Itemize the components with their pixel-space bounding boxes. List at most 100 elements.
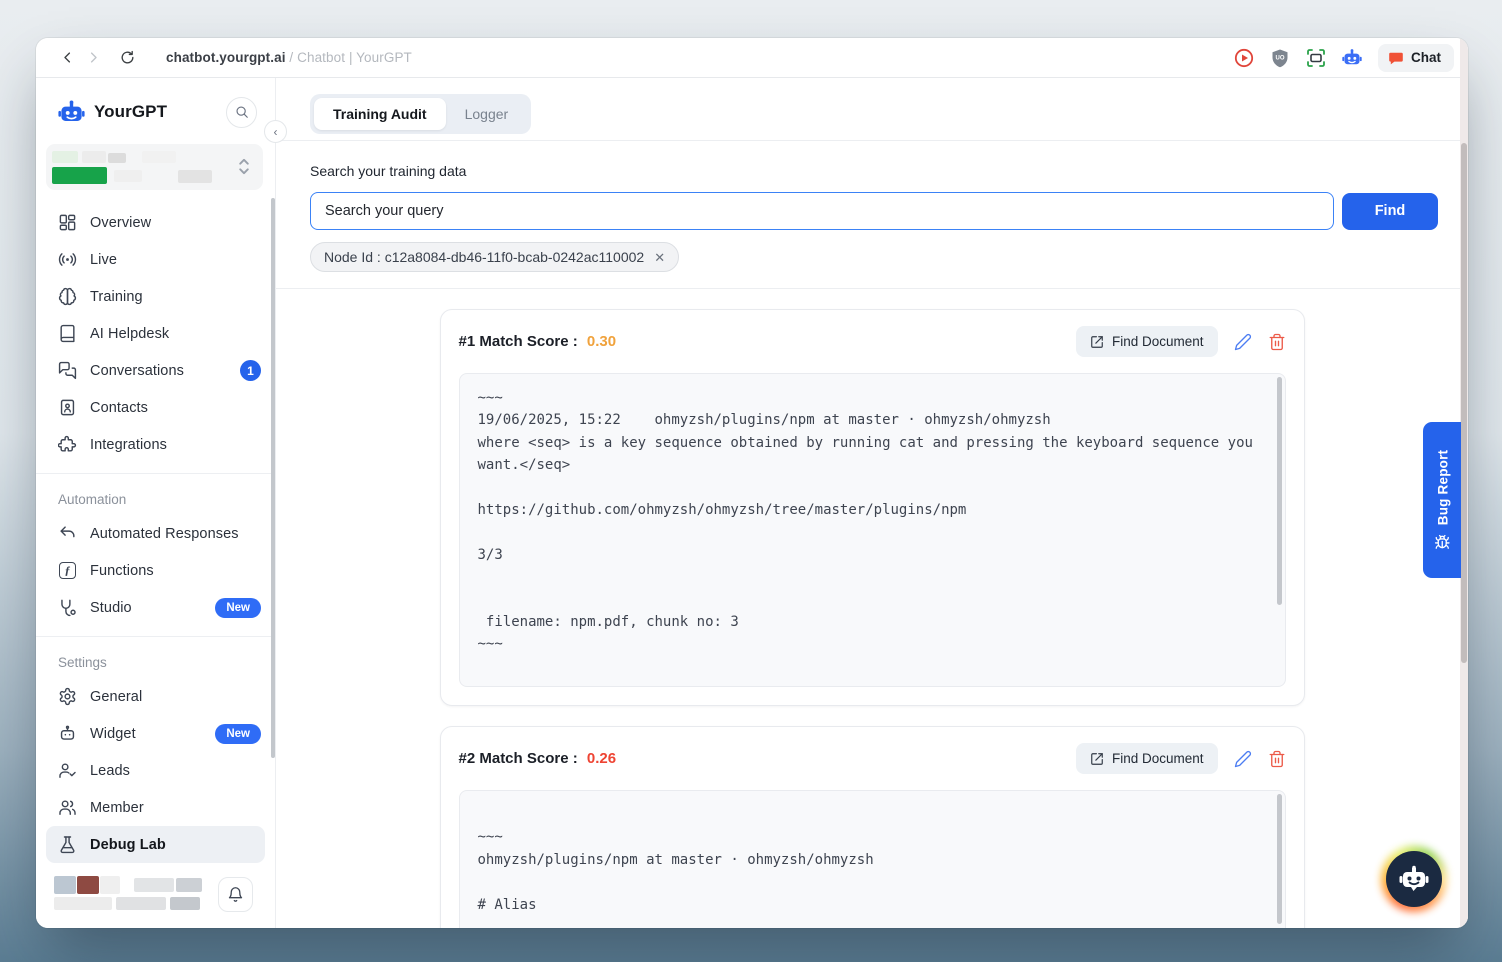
external-link-icon [1090,335,1104,349]
user-profile-redacted[interactable] [54,876,204,912]
overview-icon [58,213,77,232]
node-id-filter-chip: Node Id : c12a8084-db46-11f0-bcab-0242ac… [310,242,679,272]
puzzle-icon [58,435,77,454]
workspace-redacted-block [52,151,78,163]
workspace-redacted-block [178,170,212,183]
user-redacted-block [100,876,120,894]
results-list: #1 Match Score : 0.30 Find Document [276,289,1468,928]
record-icon[interactable] [1234,48,1254,68]
chat-widget-robot-icon [1398,863,1430,895]
chat-widget-button[interactable] [1385,850,1443,908]
training-brain-icon [58,287,77,306]
match-result-card: #2 Match Score : 0.26 Find Document [440,726,1305,928]
flask-icon [58,835,77,854]
delete-icon[interactable] [1268,750,1286,768]
function-icon: ƒ [58,561,77,580]
find-document-button[interactable]: Find Document [1076,743,1218,774]
codeblock-scrollbar[interactable] [1277,377,1282,605]
sidebar-item-label: AI Helpdesk [90,326,169,342]
match-score-value: 0.26 [587,750,616,767]
page-scrollbar[interactable] [1460,38,1468,928]
notifications-button[interactable] [218,877,253,912]
sidebar-item-label: Overview [90,215,151,231]
bug-report-button[interactable]: Bug Report [1423,422,1461,578]
contacts-icon [58,398,77,417]
sidebar-item-member[interactable]: Member [36,789,275,826]
bug-icon [1434,534,1450,550]
sidebar-item-overview[interactable]: Overview [36,204,275,241]
sidebar-item-training[interactable]: Training [36,278,275,315]
delete-icon[interactable] [1268,333,1286,351]
back-icon[interactable] [54,45,80,71]
node-id-chip-label: Node Id : c12a8084-db46-11f0-bcab-0242ac… [324,249,644,265]
user-check-icon [58,761,77,780]
search-input[interactable] [310,192,1334,230]
svg-text:UO: UO [1276,55,1285,61]
training-chunk-content[interactable]: ~~~ 19/06/2025, 15:22 ohmyzsh/plugins/np… [459,373,1286,687]
sidebar-item-functions[interactable]: ƒ Functions [36,552,275,589]
conversations-count-badge: 1 [240,360,261,381]
sidebar-scrollbar[interactable] [271,198,275,758]
tab-logger[interactable]: Logger [446,98,528,130]
reply-arrow-icon [58,524,77,543]
section-title-automation: Automation [36,478,275,515]
browser-window: chatbot.yourgpt.ai / Chatbot | YourGPT U… [36,38,1468,928]
sidebar-item-label: Contacts [90,400,148,416]
reload-icon[interactable] [114,45,140,71]
edit-icon[interactable] [1234,333,1252,351]
url-host: chatbot.yourgpt.ai [166,50,286,65]
user-redacted-block [176,878,202,892]
find-document-button[interactable]: Find Document [1076,326,1218,357]
sidebar: YourGPT Overview [36,78,276,928]
search-section: Search your training data Find Node Id :… [276,141,1468,289]
sidebar-item-contacts[interactable]: Contacts [36,389,275,426]
page-scrollbar-thumb[interactable] [1461,143,1467,663]
sidebar-item-conversations[interactable]: Conversations 1 [36,352,275,389]
find-button[interactable]: Find [1342,193,1438,230]
sidebar-collapse-button[interactable]: ‹ [264,120,287,143]
match-score-title: #2 Match Score : 0.26 [459,750,617,767]
chip-remove-icon[interactable]: ✕ [654,251,665,264]
workspace-redacted-block [114,170,142,182]
tab-bar: Training Audit Logger [276,78,1468,141]
external-link-icon [1090,752,1104,766]
capture-icon[interactable] [1306,48,1326,68]
gear-icon [58,687,77,706]
sidebar-item-label: Widget [90,726,136,742]
main-content: Training Audit Logger Search your traini… [276,78,1468,928]
sidebar-item-studio[interactable]: Studio New [36,589,275,626]
chunk-text: ~~~ 19/06/2025, 15:22 ohmyzsh/plugins/np… [478,387,1267,656]
book-icon [58,324,77,343]
widget-bot-icon [58,724,77,743]
sidebar-item-general[interactable]: General [36,678,275,715]
sidebar-item-label: Automated Responses [90,526,239,542]
search-icon [235,105,249,119]
bell-icon [227,886,244,903]
sidebar-item-ai-helpdesk[interactable]: AI Helpdesk [36,315,275,352]
edit-icon[interactable] [1234,750,1252,768]
address-bar[interactable]: chatbot.yourgpt.ai / Chatbot | YourGPT [166,50,412,65]
sidebar-item-widget[interactable]: Widget New [36,715,275,752]
sidebar-item-integrations[interactable]: Integrations [36,426,275,463]
adblock-shield-icon[interactable]: UO [1270,48,1290,68]
tab-training-audit[interactable]: Training Audit [314,98,446,130]
workspace-selector[interactable] [46,144,263,190]
sidebar-item-automated-responses[interactable]: Automated Responses [36,515,275,552]
widget-new-badge: New [215,724,261,744]
sidebar-item-leads[interactable]: Leads [36,752,275,789]
forward-icon[interactable] [80,45,106,71]
training-chunk-content[interactable]: ~~~ ohmyzsh/plugins/npm at master · ohmy… [459,790,1286,928]
chat-extension-button[interactable]: Chat [1378,44,1454,72]
sidebar-item-label: Integrations [90,437,167,453]
sidebar-search-button[interactable] [226,97,257,128]
sidebar-item-label: Training [90,289,143,305]
studio-new-badge: New [215,598,261,618]
sidebar-item-debug-lab[interactable]: Debug Lab [46,826,265,863]
codeblock-scrollbar[interactable] [1277,794,1282,924]
conversations-icon [58,361,77,380]
url-path: / Chatbot | YourGPT [286,50,412,65]
sidebar-item-live[interactable]: Live [36,241,275,278]
sidebar-item-label: Member [90,800,144,816]
user-redacted-block [170,897,200,910]
yourgpt-extension-icon[interactable] [1342,48,1362,68]
